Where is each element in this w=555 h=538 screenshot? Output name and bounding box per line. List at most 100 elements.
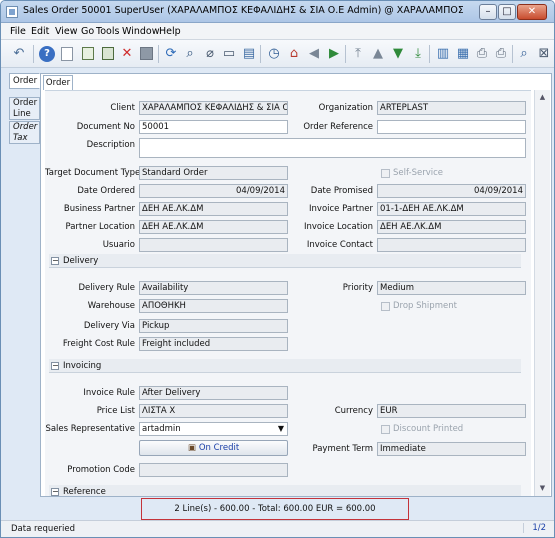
new-record-icon[interactable] <box>59 46 75 62</box>
delivery-rule-field[interactable]: Availability <box>139 281 288 295</box>
menu-help[interactable]: Help <box>159 26 181 37</box>
delivery-via-field[interactable]: Pickup <box>139 319 288 333</box>
menu-edit[interactable]: Edit <box>31 26 49 37</box>
delete-icon[interactable]: ✕ <box>119 46 135 62</box>
home-icon[interactable]: ⌂ <box>286 46 302 62</box>
delivery-section-header[interactable]: − Delivery <box>49 254 521 268</box>
first-record-icon[interactable]: ⤒ <box>350 46 366 62</box>
order-form: Client ΧΑΡΑΛΑΜΠΟΣ ΚΕΦΑΛΙΔΗΣ & ΣΙΑ Ο.Ε Or… <box>45 90 531 496</box>
collapse-icon[interactable]: − <box>51 488 59 496</box>
usuario-label: Usuario <box>102 240 135 250</box>
print-icon[interactable]: ⎙ <box>493 46 509 62</box>
usuario-field[interactable] <box>139 238 288 252</box>
partner-location-field[interactable]: ΔΕΗ ΑΕ.ΛΚ.ΔΜ <box>139 220 288 234</box>
invoice-location-field[interactable]: ΔΕΗ ΑΕ.ΛΚ.ΔΜ <box>377 220 526 234</box>
promotion-code-label: Promotion Code <box>67 465 135 475</box>
chat-icon[interactable]: ▭ <box>221 46 237 62</box>
content-tab-order[interactable]: Order <box>43 75 73 90</box>
currency-field[interactable]: EUR <box>377 404 526 418</box>
currency-label: Currency <box>334 406 373 416</box>
business-partner-label: Business Partner <box>63 204 135 214</box>
print-preview-icon[interactable]: ⎙ <box>474 46 490 62</box>
close-window-icon[interactable]: ⊠ <box>536 46 552 62</box>
tab-order-line[interactable]: Order Line <box>9 97 40 120</box>
tab-order[interactable]: Order <box>9 73 40 89</box>
menu-tools[interactable]: Tools <box>96 26 119 37</box>
record-navigator[interactable]: 1/2 <box>523 523 546 533</box>
sales-order-window: Sales Order 50001 SuperUser (ΧΑΡΑΛΑΜΠΟΣ … <box>0 0 555 538</box>
client-field[interactable]: ΧΑΡΑΛΑΜΠΟΣ ΚΕΦΑΛΙΔΗΣ & ΣΙΑ Ο.Ε <box>139 101 288 115</box>
menu-window[interactable]: Window <box>122 26 159 37</box>
toolbar: ↶ ? ✕ ⟳ ⌕ ⌀ ▭ ▤ ◷ ⌂ ◀ ▶ ⤒ ▲ ▼ ⤓ ▥ ▦ ⎙ ⎙ … <box>1 40 554 68</box>
scroll-up-icon[interactable]: ▲ <box>537 92 548 102</box>
menu-go[interactable]: Go <box>81 26 94 37</box>
document-no-field[interactable]: 50001 <box>139 120 288 134</box>
close-button[interactable]: ✕ <box>517 4 547 20</box>
invoice-partner-label: Invoice Partner <box>309 204 373 214</box>
price-list-field[interactable]: ΛΙΣΤΑ Χ <box>139 404 288 418</box>
copy-icon[interactable] <box>100 46 116 62</box>
previous-record-icon[interactable]: ▲ <box>370 46 386 62</box>
priority-label: Priority <box>342 283 373 293</box>
invoice-contact-field[interactable] <box>377 238 526 252</box>
promotion-code-field[interactable] <box>139 463 288 477</box>
organization-field[interactable]: ARTEPLAST <box>377 101 526 115</box>
date-ordered-field[interactable]: 04/09/2014 <box>139 184 288 198</box>
attachment-icon[interactable]: ⌀ <box>202 46 218 62</box>
date-promised-label: Date Promised <box>310 186 373 196</box>
delivery-via-label: Delivery Via <box>83 321 135 331</box>
undo-icon[interactable]: ↶ <box>11 46 27 62</box>
reference-section-header[interactable]: − Reference <box>49 485 521 496</box>
grid-toggle-icon[interactable]: ▤ <box>241 46 257 62</box>
date-ordered-label: Date Ordered <box>77 186 135 196</box>
next-record-icon[interactable]: ▼ <box>390 46 406 62</box>
document-no-label: Document No <box>76 122 135 132</box>
collapse-icon[interactable]: − <box>51 257 59 265</box>
order-reference-field[interactable] <box>377 120 526 134</box>
invoice-rule-field[interactable]: After Delivery <box>139 386 288 400</box>
priority-field[interactable]: Medium <box>377 281 526 295</box>
window-title: Sales Order 50001 SuperUser (ΧΑΡΑΛΑΜΠΟΣ … <box>23 5 463 16</box>
maximize-button[interactable]: □ <box>498 4 516 20</box>
menu-bar: File Edit View Go Tools Window Help <box>1 23 554 40</box>
date-promised-field[interactable]: 04/09/2014 <box>377 184 526 198</box>
refresh-icon[interactable]: ⟳ <box>163 46 179 62</box>
previous-icon[interactable]: ◀ <box>306 46 322 62</box>
business-partner-field[interactable]: ΔΕΗ ΑΕ.ΛΚ.ΔΜ <box>139 202 288 216</box>
warehouse-field[interactable]: ΑΠΟΘΗΚΗ <box>139 299 288 313</box>
copy-record-icon[interactable] <box>80 46 96 62</box>
title-bar: Sales Order 50001 SuperUser (ΧΑΡΑΛΑΜΠΟΣ … <box>1 1 554 23</box>
invoice-location-label: Invoice Location <box>303 222 373 232</box>
report-icon[interactable]: ▥ <box>435 46 451 62</box>
on-credit-button[interactable]: ▣ On Credit <box>139 440 288 456</box>
history-icon[interactable]: ◷ <box>266 46 282 62</box>
app-icon <box>6 6 18 18</box>
save-icon[interactable] <box>139 46 155 62</box>
description-field[interactable] <box>139 138 526 158</box>
vertical-scrollbar[interactable]: ▲ ▼ <box>534 90 550 496</box>
credit-icon: ▣ <box>187 443 196 453</box>
self-service-checkbox[interactable] <box>381 169 390 178</box>
discount-printed-checkbox[interactable] <box>381 425 390 434</box>
order-reference-label: Order Reference <box>303 122 373 132</box>
next-icon[interactable]: ▶ <box>326 46 342 62</box>
menu-view[interactable]: View <box>55 26 78 37</box>
minimize-button[interactable]: – <box>479 4 497 20</box>
zoom-across-icon[interactable]: ⌕ <box>516 46 532 62</box>
freight-cost-rule-field[interactable]: Freight included <box>139 337 288 351</box>
collapse-icon[interactable]: − <box>51 362 59 370</box>
find-icon[interactable]: ⌕ <box>182 46 198 62</box>
target-doc-type-field[interactable]: Standard Order <box>139 166 288 180</box>
invoice-partner-field[interactable]: 01-1-ΔΕΗ ΑΕ.ΛΚ.ΔΜ <box>377 202 526 216</box>
invoicing-section-header[interactable]: − Invoicing <box>49 359 521 373</box>
last-record-icon[interactable]: ⤓ <box>410 46 426 62</box>
sales-rep-dropdown[interactable]: artadmin ▼ <box>139 422 288 436</box>
payment-term-field[interactable]: Immediate <box>377 442 526 456</box>
drop-shipment-checkbox[interactable] <box>381 302 390 311</box>
archive-icon[interactable]: ▦ <box>455 46 471 62</box>
help-icon[interactable]: ? <box>39 46 55 62</box>
sales-rep-value: artadmin <box>142 424 181 434</box>
menu-file[interactable]: File <box>10 26 26 37</box>
tab-order-tax[interactable]: Order Tax <box>9 121 40 144</box>
scroll-down-icon[interactable]: ▼ <box>537 483 548 493</box>
